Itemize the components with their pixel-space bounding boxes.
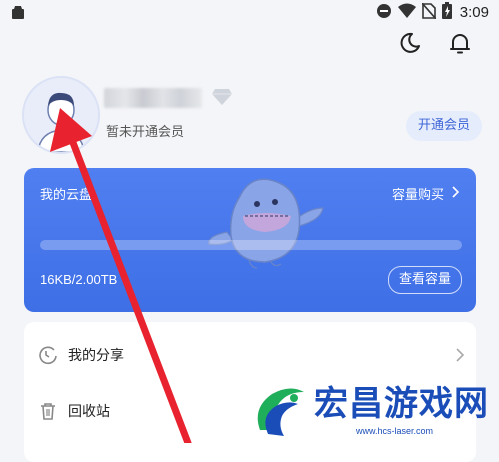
bell-icon[interactable] xyxy=(447,30,473,56)
no-sim-icon xyxy=(421,1,437,23)
mascot-icon xyxy=(199,174,329,274)
wifi-icon xyxy=(397,3,416,23)
open-vip-button[interactable]: 开通会员 xyxy=(406,111,482,141)
watermark: 宏昌游戏网 www.hcs-laser.com xyxy=(250,376,499,443)
member-status-text: 暂未开通会员 xyxy=(106,125,185,140)
diamond-icon xyxy=(212,88,232,110)
do-not-disturb-icon xyxy=(376,3,392,23)
menu-item-my-share[interactable]: 我的分享 xyxy=(24,326,476,382)
menu-item-label: 我的分享 xyxy=(68,348,124,364)
capacity-purchase-label: 容量购买 xyxy=(391,188,444,203)
watermark-logo-icon xyxy=(250,380,310,444)
watermark-url: www.hcs-laser.com xyxy=(356,426,434,436)
menu-item-label: 回收站 xyxy=(68,404,110,420)
username-blurred xyxy=(104,88,202,108)
capacity-purchase-link[interactable]: 容量购买 xyxy=(392,184,460,203)
trash-icon xyxy=(38,401,58,425)
user-avatar-icon[interactable] xyxy=(22,76,100,154)
status-time: 3:09 xyxy=(459,4,489,21)
storage-usage-text: 16KB/2.00TB xyxy=(40,272,118,287)
chevron-right-icon xyxy=(452,185,460,202)
status-bar: 3:09 xyxy=(0,0,499,24)
view-capacity-button[interactable]: 查看容量 xyxy=(388,266,462,294)
shopping-bag-icon xyxy=(10,4,26,24)
moon-icon[interactable] xyxy=(397,30,423,56)
battery-icon xyxy=(441,2,452,23)
watermark-title: 宏昌游戏网 xyxy=(314,384,489,424)
share-icon xyxy=(38,345,58,369)
storage-progress-bar xyxy=(40,240,462,250)
chevron-right-icon xyxy=(456,347,465,366)
cloud-storage-card[interactable]: 我的云盘 容量购买 16KB/2.00TB 查看容量 xyxy=(24,168,476,312)
profile-section: 暂未开通会员 开通会员 xyxy=(22,76,482,156)
cloud-card-title: 我的云盘 xyxy=(40,188,93,203)
